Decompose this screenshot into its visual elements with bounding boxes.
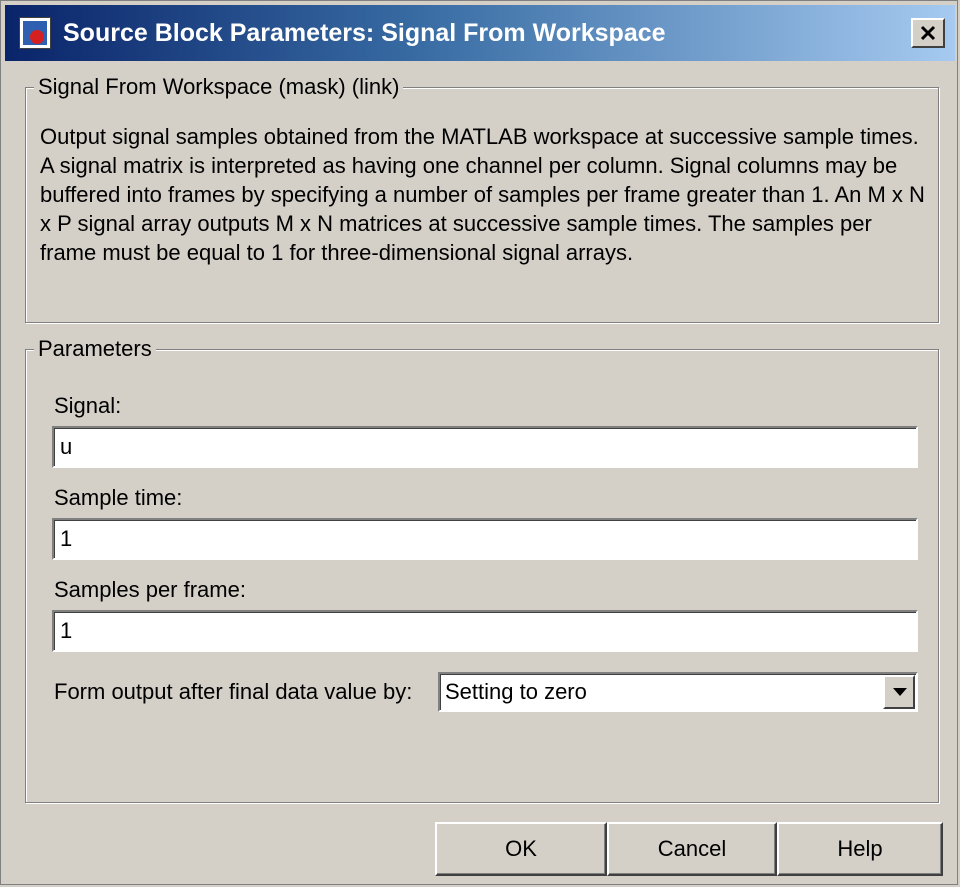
signal-input[interactable]: [52, 426, 918, 468]
form-output-selected: Setting to zero: [445, 679, 587, 704]
form-output-select[interactable]: Setting to zero: [438, 672, 918, 712]
sample-time-label: Sample time:: [54, 485, 183, 510]
cancel-button[interactable]: Cancel: [607, 822, 777, 876]
ok-button[interactable]: OK: [435, 822, 607, 876]
sample-time-input[interactable]: [52, 518, 918, 560]
mask-group-legend: Signal From Workspace (mask) (link): [34, 73, 404, 101]
close-button[interactable]: [911, 18, 945, 48]
dialog-window: Source Block Parameters: Signal From Wor…: [0, 0, 958, 885]
simulink-block-icon: [19, 17, 51, 49]
samples-per-frame-label: Samples per frame:: [54, 577, 246, 602]
window-title: Source Block Parameters: Signal From Wor…: [63, 19, 666, 47]
title-bar[interactable]: Source Block Parameters: Signal From Wor…: [5, 5, 955, 61]
close-icon: [920, 25, 936, 41]
chevron-down-icon: [893, 688, 907, 696]
parameters-groupbox: Parameters Signal: Sample time: Samples …: [25, 335, 939, 803]
form-output-label: Form output after final data value by:: [54, 679, 413, 704]
signal-label: Signal:: [54, 393, 122, 418]
help-button[interactable]: Help: [777, 822, 943, 876]
form-output-dropdown-button[interactable]: [883, 675, 915, 709]
mask-groupbox: Signal From Workspace (mask) (link) Outp…: [25, 73, 939, 323]
samples-per-frame-input[interactable]: [52, 610, 918, 652]
mask-description: Output signal samples obtained from the …: [40, 124, 925, 265]
parameters-group-legend: Parameters: [34, 335, 156, 363]
